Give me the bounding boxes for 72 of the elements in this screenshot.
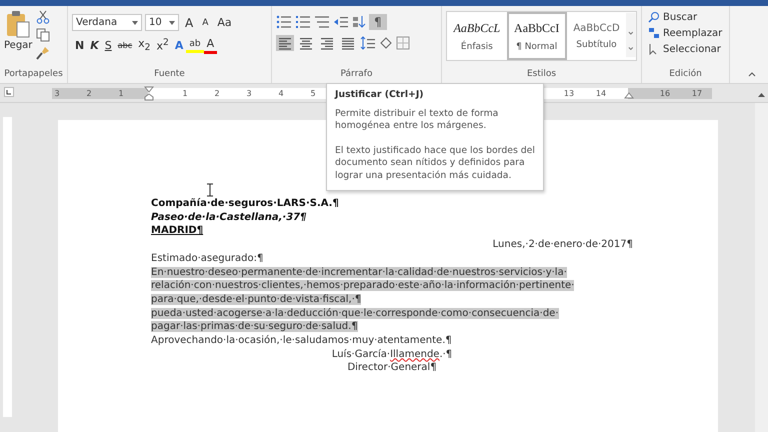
strike-button[interactable]: abc	[114, 40, 136, 51]
group-label: Fuente	[153, 69, 186, 81]
italic-button[interactable]: K	[87, 38, 102, 53]
align-left-button[interactable]	[276, 35, 294, 51]
ruler-number: 3	[245, 88, 253, 99]
search-icon	[648, 11, 660, 23]
ruler-number: 17	[690, 88, 704, 99]
group-label: Portapapeles	[4, 69, 63, 81]
grow-button[interactable]: A	[182, 14, 196, 30]
indent-marker-icon[interactable]	[144, 86, 154, 101]
text-line: Paseo·de·la·Castellana,·37¶	[151, 210, 308, 224]
collapse-ribbon-icon[interactable]	[748, 71, 756, 77]
highlight-button[interactable]: ab	[186, 38, 204, 53]
text-line: Estimado·asegurado:¶	[151, 252, 264, 266]
ruler-number: 4	[277, 88, 285, 99]
text-line: Luís·García·Illamende.·¶	[330, 348, 454, 362]
bold-button[interactable]: N	[72, 38, 88, 53]
group-label: Párrafo	[340, 69, 374, 81]
line-spacing-icon[interactable]	[360, 36, 376, 50]
select-button[interactable]: Seleccionar	[646, 42, 725, 56]
sup-button[interactable]: x$^{2}$	[153, 36, 172, 54]
sort-icon[interactable]	[352, 15, 366, 29]
paintbrush-icon[interactable]	[36, 46, 50, 60]
align-justify-button[interactable]	[339, 35, 357, 51]
color-button[interactable]: A	[204, 36, 218, 54]
find-button[interactable]: Buscar	[646, 10, 725, 24]
ruler-number: 1	[181, 88, 189, 99]
text-line: Compañía·de·seguros·LARS·S.A.¶	[151, 197, 340, 211]
multilevel-list-icon[interactable]	[314, 15, 330, 29]
ruler-number: 1	[117, 88, 125, 99]
style-gallery-item[interactable]: AaBbCcI ¶ Normal	[506, 12, 567, 60]
ruler-number: 5	[309, 88, 317, 99]
show-marks-button[interactable]: ¶	[369, 14, 387, 30]
bullet-list-icon[interactable]	[276, 15, 292, 29]
sub-button[interactable]: x$_{2}$	[135, 36, 154, 54]
shrink-button[interactable]: A	[199, 16, 212, 28]
ruler-number: 3	[53, 88, 61, 99]
text-line: Aprovechando·la·ocasión,·le·saludamos·muy·atentamente.¶	[151, 334, 453, 348]
decrease-indent-icon[interactable]	[333, 15, 349, 29]
text-line: MADRID¶	[151, 224, 204, 238]
text-line: Director·General¶	[346, 361, 438, 376]
replace-icon	[648, 27, 660, 39]
replace-button[interactable]: Reemplazar	[646, 26, 725, 40]
align-right-button[interactable]	[318, 35, 336, 51]
paste-button[interactable]: Pegar	[4, 10, 32, 69]
borders-icon[interactable]	[396, 36, 410, 50]
tooltip-title: Justificar (Ctrl+J)	[335, 89, 425, 102]
indent-marker-icon[interactable]	[624, 92, 634, 100]
font-name-field[interactable]: Verdana	[72, 14, 142, 31]
tooltip-text: El texto justificado hace que los bordes del documento sean nítidos y definidos para lograr una presentación más cuidada.	[335, 144, 535, 182]
tab-stop-icon[interactable]	[4, 87, 14, 97]
ruler-number: 2	[85, 88, 93, 99]
ruler-number: 14	[594, 88, 608, 99]
caret-icon[interactable]	[169, 20, 175, 24]
ruler-number: 2	[213, 88, 221, 99]
group-label: Edición	[668, 69, 703, 81]
text-line: Lunes,·2·de·enero·de·2017¶	[492, 238, 633, 252]
underline-button[interactable]: S	[102, 38, 115, 53]
caret-icon[interactable]	[132, 20, 138, 24]
align-center-button[interactable]	[297, 35, 315, 51]
ruler-number: 16	[658, 88, 672, 99]
text-cursor-icon	[206, 183, 214, 197]
font-size-field[interactable]: 10	[145, 14, 179, 31]
case-button[interactable]: Aa	[214, 15, 235, 30]
group-label: Estilos	[526, 69, 558, 81]
numbered-list-icon[interactable]	[295, 15, 311, 29]
clipboard-icon	[4, 10, 32, 40]
ruler-number: 13	[562, 88, 576, 99]
scissors-icon[interactable]	[36, 10, 50, 24]
effects-button[interactable]: A	[172, 38, 186, 53]
copy-icon[interactable]	[36, 28, 50, 42]
tooltip-text: Permite distribuir el texto de forma homogénea entre los márgenes.	[335, 108, 500, 132]
